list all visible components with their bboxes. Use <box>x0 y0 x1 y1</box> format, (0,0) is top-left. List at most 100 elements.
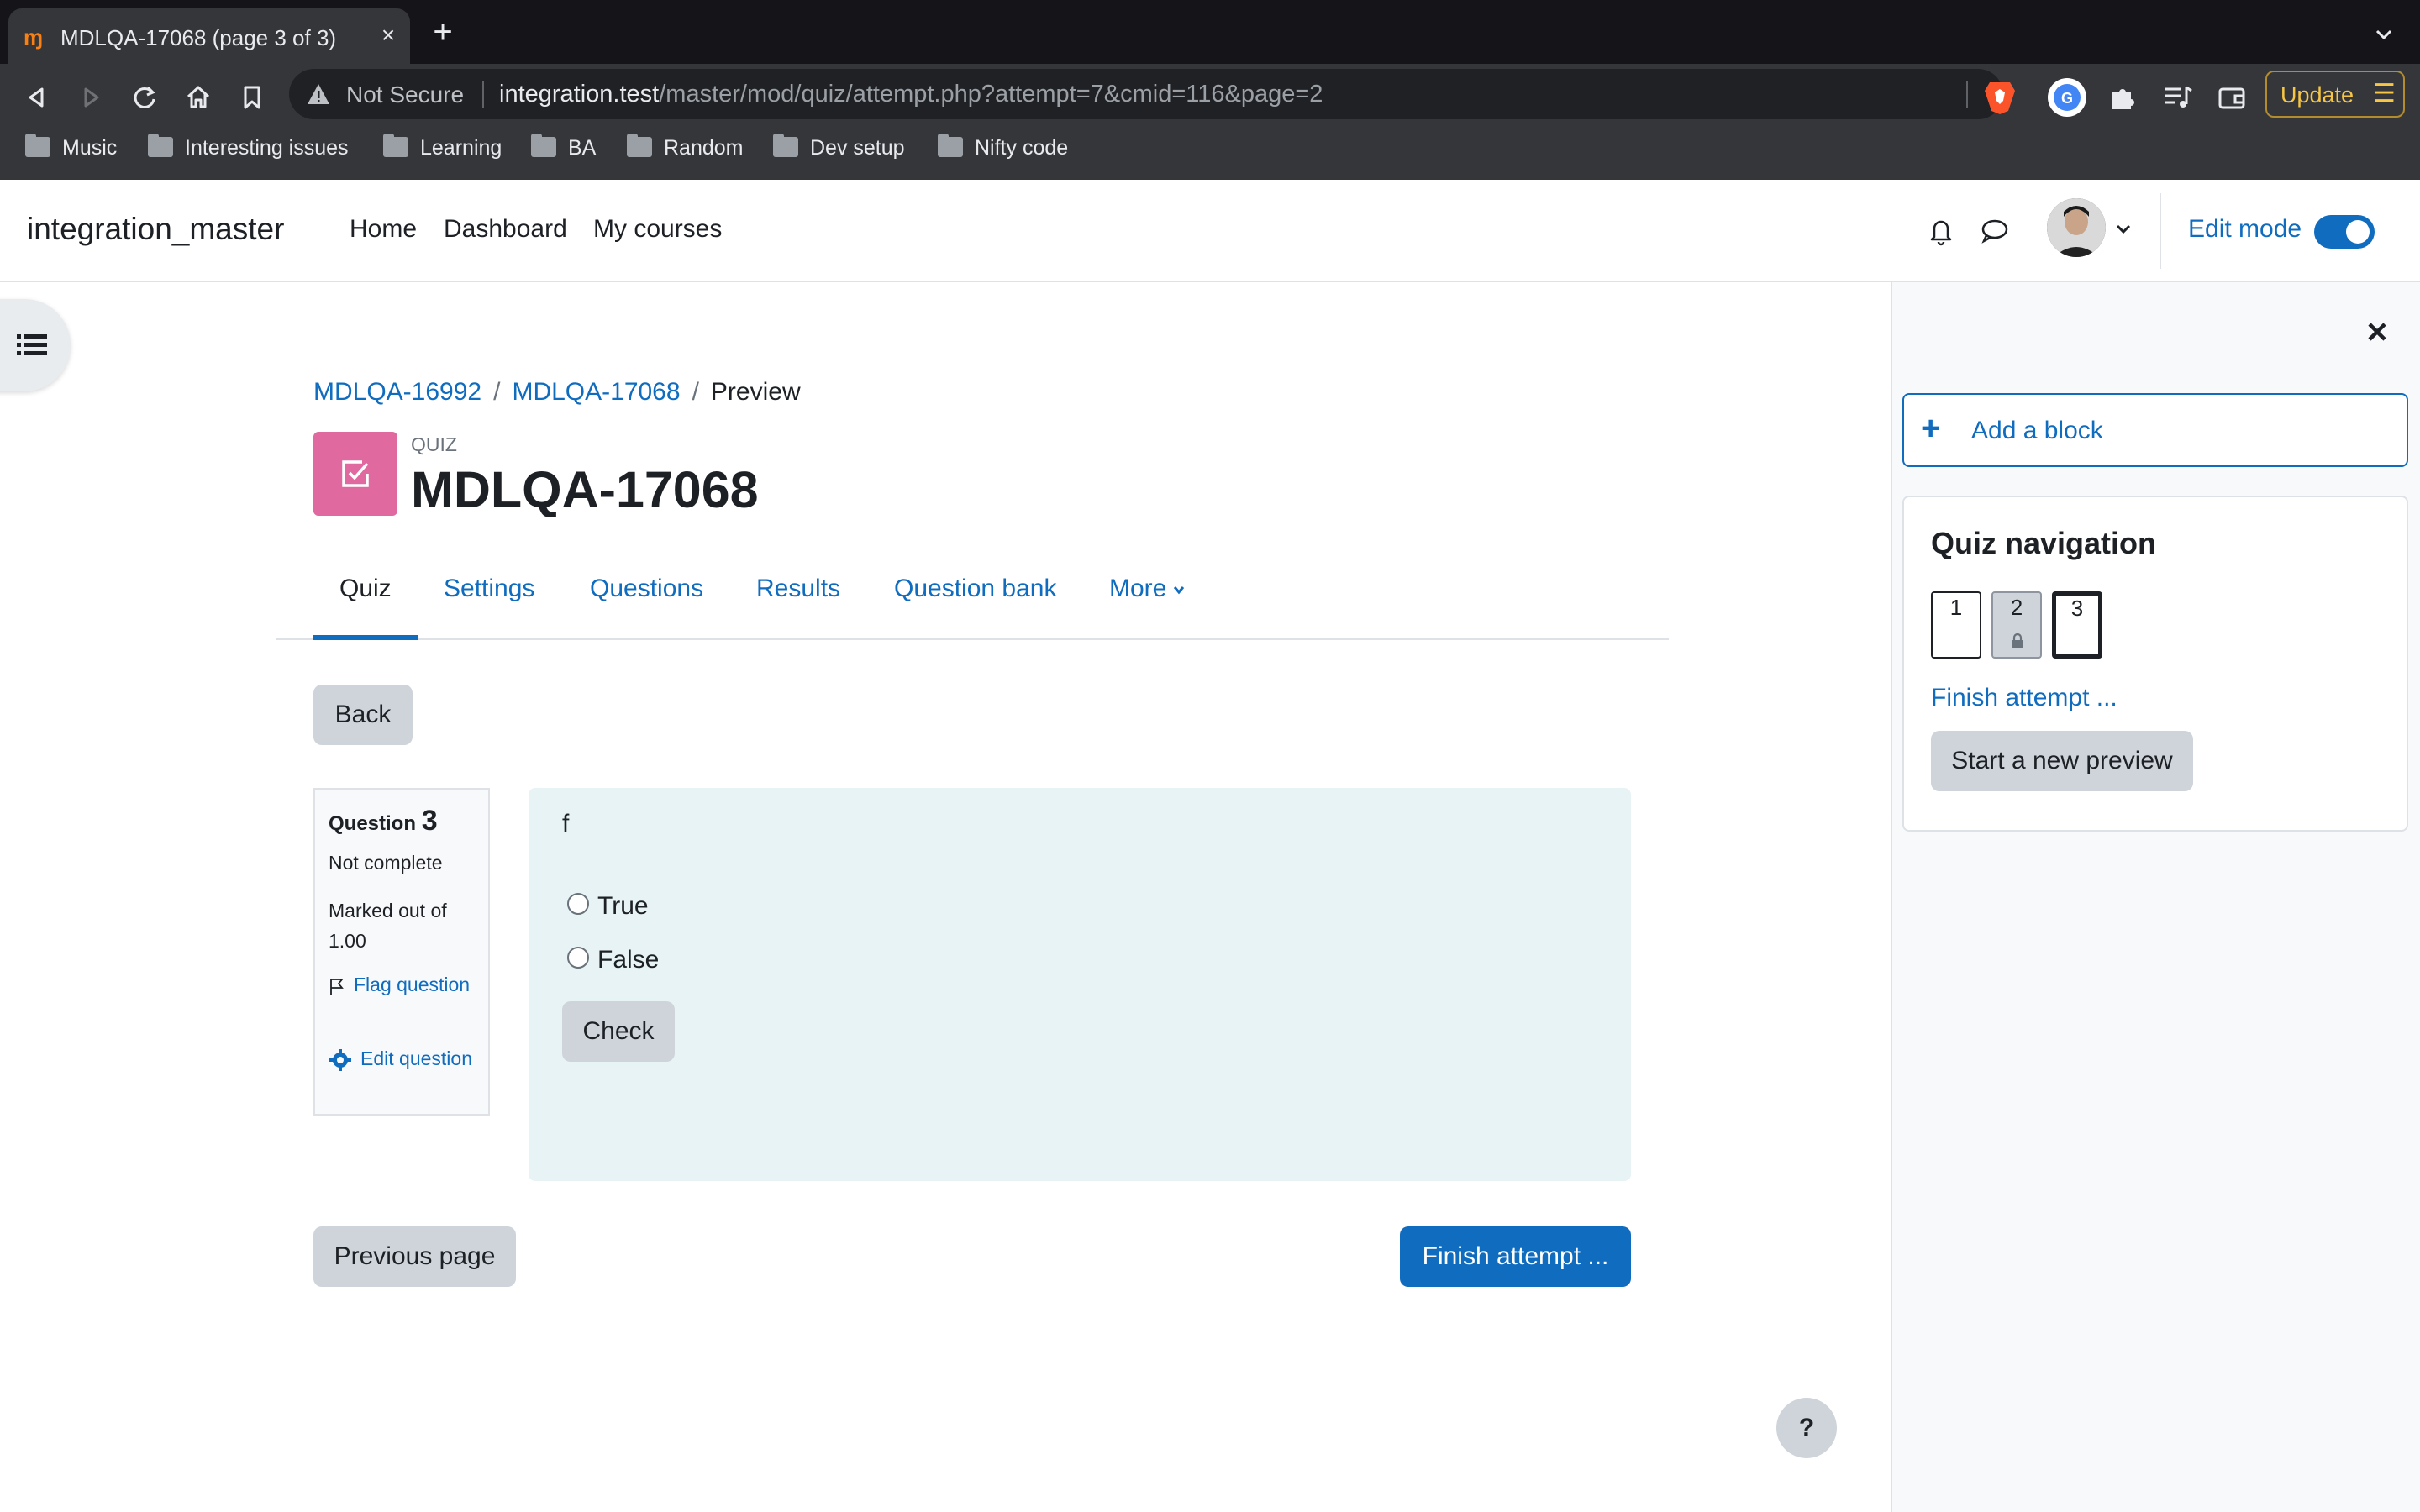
list-icon <box>17 334 47 355</box>
radio-button[interactable] <box>567 947 589 969</box>
quiz-nav-question-3[interactable]: 3 <box>2052 591 2102 659</box>
nav-dashboard[interactable]: Dashboard <box>444 215 567 244</box>
browser-tab-active[interactable]: ɱ MDLQA-17068 (page 3 of 3) × <box>8 8 410 64</box>
flag-icon <box>330 978 344 995</box>
bookmark-folder[interactable]: Dev setup <box>773 134 905 165</box>
extensions-puzzle-icon[interactable] <box>2102 77 2143 118</box>
tab-results[interactable]: Results <box>756 575 840 603</box>
start-new-preview-button[interactable]: Start a new preview <box>1931 731 2193 791</box>
tab-settings[interactable]: Settings <box>444 575 534 603</box>
bookmark-label: Learning <box>420 136 502 160</box>
back-arrow-icon[interactable] <box>18 79 55 116</box>
bookmarks-bar: Music Interesting issues Learning BA Ran… <box>0 124 2420 180</box>
quiz-nav-question-1[interactable]: 1 <box>1931 591 1981 659</box>
new-tab-button[interactable]: + <box>429 15 457 49</box>
course-index-toggle[interactable] <box>0 299 71 391</box>
tab-more[interactable]: More <box>1109 575 1186 603</box>
quiz-navigation-block: Quiz navigation 1 2 3 Finish attempt ...… <box>1902 496 2408 832</box>
address-separator <box>482 81 484 108</box>
reading-list-icon[interactable] <box>2156 77 2196 118</box>
url-text[interactable]: integration.test/master/mod/quiz/attempt… <box>499 81 1323 108</box>
bookmark-folder[interactable]: Interesting issues <box>148 134 349 165</box>
update-button[interactable]: Update ☰ <box>2265 71 2405 118</box>
bookmark-folder[interactable]: Random <box>627 134 744 165</box>
tab-questions[interactable]: Questions <box>590 575 703 603</box>
quiz-nav-number: 2 <box>2010 595 2023 620</box>
flag-question-link[interactable]: Flag question <box>329 969 488 1000</box>
question-content: f True False Check <box>529 788 1631 1181</box>
edit-mode-label: Edit mode <box>2188 215 2302 243</box>
menu-hamburger-icon: ☰ <box>2373 80 2396 108</box>
answer-option-true[interactable]: True <box>567 892 649 921</box>
folder-icon <box>25 134 50 158</box>
tab-more-label: More <box>1109 575 1167 602</box>
security-label[interactable]: Not Secure <box>346 81 464 108</box>
tab-question-bank[interactable]: Question bank <box>894 575 1056 603</box>
folder-icon <box>773 134 798 158</box>
home-icon[interactable] <box>180 79 217 116</box>
reload-icon[interactable] <box>126 79 163 116</box>
finish-attempt-button[interactable]: Finish attempt ... <box>1400 1226 1631 1287</box>
question-number: Question 3 <box>329 805 438 837</box>
close-icon[interactable] <box>2363 318 2391 346</box>
add-block-button[interactable]: + Add a block <box>1902 393 2408 467</box>
question-number-value: 3 <box>421 805 438 837</box>
bookmark-label: Nifty code <box>975 136 1069 160</box>
breadcrumb-link[interactable]: MDLQA-16992 <box>313 378 481 406</box>
warning-triangle-icon <box>308 84 329 104</box>
back-button[interactable]: Back <box>313 685 413 745</box>
bookmark-folder[interactable]: Nifty code <box>938 134 1069 165</box>
svg-text:G: G <box>2061 90 2073 107</box>
help-button[interactable]: ? <box>1776 1398 1837 1458</box>
question-state: Not complete <box>329 852 443 874</box>
bookmark-folder[interactable]: Music <box>25 134 118 165</box>
update-label: Update <box>2281 82 2354 108</box>
breadcrumb-separator: / <box>493 378 501 406</box>
nav-my-courses[interactable]: My courses <box>593 215 722 244</box>
site-name[interactable]: integration_master <box>27 212 284 247</box>
brave-shield-icon[interactable] <box>1983 79 2017 116</box>
quiz-nav-number: 1 <box>1949 595 1963 620</box>
answer-label: True <box>597 892 649 920</box>
google-translate-icon[interactable]: G <box>2047 77 2087 118</box>
chevron-down-icon <box>1174 586 1185 595</box>
quiz-nav-question-2[interactable]: 2 <box>1991 591 2042 659</box>
bookmark-label: BA <box>568 136 597 160</box>
bookmark-icon[interactable] <box>234 79 271 116</box>
forward-arrow-icon[interactable] <box>72 79 109 116</box>
chevron-down-icon[interactable] <box>2112 218 2134 240</box>
user-avatar[interactable] <box>2047 198 2106 257</box>
check-button[interactable]: Check <box>562 1001 675 1062</box>
bookmark-label: Dev setup <box>810 136 905 160</box>
radio-button[interactable] <box>567 893 589 916</box>
folder-icon <box>938 134 963 158</box>
bookmark-folder[interactable]: BA <box>531 134 597 165</box>
secondary-navigation: Quiz Settings Questions Results Question… <box>276 559 1669 640</box>
wallet-icon[interactable] <box>2212 77 2252 118</box>
bookmark-folder[interactable]: Learning <box>383 134 502 165</box>
browser-toolbar: Not Secure integration.test/master/mod/q… <box>0 64 2420 131</box>
messages-chat-icon[interactable] <box>1978 213 2012 247</box>
tab-list-chevron-icon[interactable] <box>2370 20 2398 49</box>
edit-mode-toggle[interactable] <box>2314 215 2375 249</box>
bookmark-label: Interesting issues <box>185 136 349 160</box>
previous-page-button[interactable]: Previous page <box>313 1226 516 1287</box>
active-tab-indicator <box>313 635 418 640</box>
page-title: MDLQA-17068 <box>411 461 759 518</box>
finish-attempt-link[interactable]: Finish attempt ... <box>1931 684 2118 712</box>
answer-option-false[interactable]: False <box>567 946 659 974</box>
edit-question-link[interactable]: Edit question <box>329 1043 488 1074</box>
tab-close-icon[interactable]: × <box>375 22 402 49</box>
question-info-panel: Question 3 Not complete Marked out of 1.… <box>313 788 490 1116</box>
moodle-navbar: integration_master Home Dashboard My cou… <box>0 180 2420 282</box>
folder-icon <box>383 134 408 158</box>
address-bar[interactable]: Not Secure integration.test/master/mod/q… <box>289 69 2003 119</box>
address-separator-right <box>1966 81 1968 108</box>
tab-quiz[interactable]: Quiz <box>339 575 392 603</box>
nav-home[interactable]: Home <box>350 215 417 244</box>
breadcrumb-link[interactable]: MDLQA-17068 <box>512 378 680 406</box>
question-grade: Marked out of 1.00 <box>329 900 447 952</box>
url-host: integration.test <box>499 81 660 108</box>
bookmark-label: Music <box>62 136 118 160</box>
notification-bell-icon[interactable] <box>1924 213 1958 247</box>
